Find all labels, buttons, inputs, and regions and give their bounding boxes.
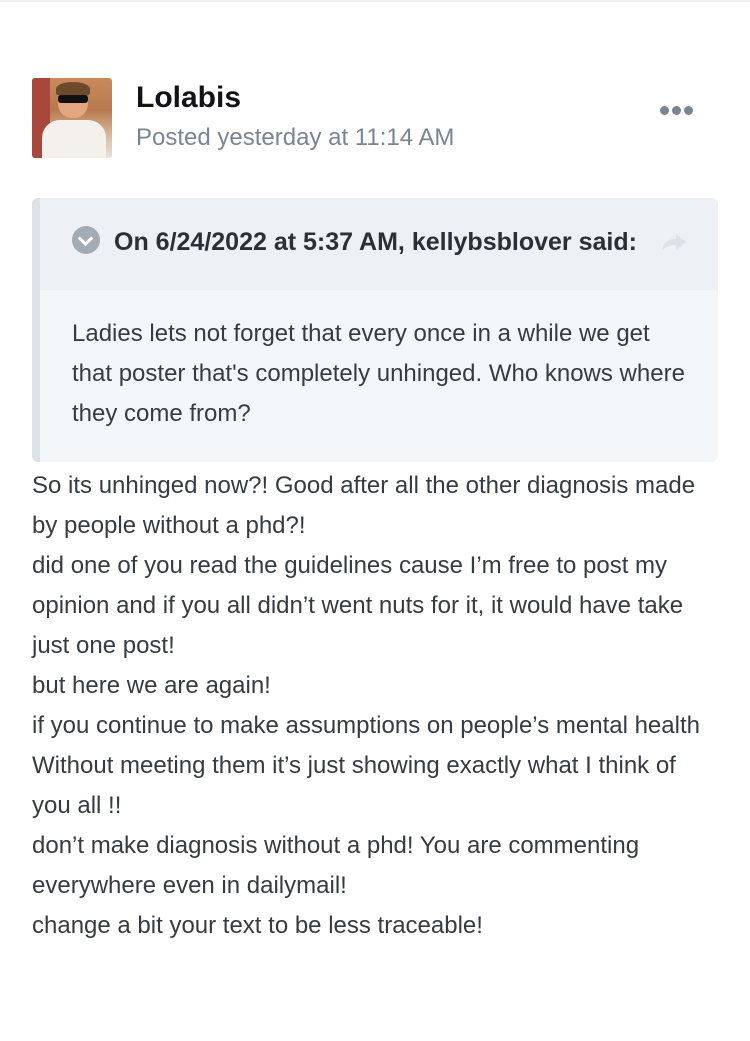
avatar-sunglasses <box>58 95 88 103</box>
top-divider <box>0 0 750 2</box>
post-content: So its unhinged now?! Good after all the… <box>32 466 718 946</box>
quote-citation: On 6/24/2022 at 5:37 AM, kellybsblover s… <box>72 222 686 262</box>
ellipsis-dot <box>660 106 669 115</box>
quote-header: On 6/24/2022 at 5:37 AM, kellybsblover s… <box>40 198 718 290</box>
forum-post: Lolabis Posted yesterday at 11:14 AM On … <box>32 78 718 946</box>
post-paragraph: change a bit your text to be less tracea… <box>32 912 483 939</box>
post-header: Lolabis Posted yesterday at 11:14 AM <box>32 78 718 158</box>
post-paragraph: don’t make diagnosis without a phd! You … <box>32 832 640 899</box>
share-arrow-icon[interactable] <box>660 232 688 252</box>
post-paragraph: So its unhinged now?! Good after all the… <box>32 472 696 539</box>
post-timestamp[interactable]: Posted yesterday at 11:14 AM <box>136 122 454 154</box>
quote-block: On 6/24/2022 at 5:37 AM, kellybsblover s… <box>32 198 718 462</box>
chevron-down-circle-icon[interactable] <box>72 226 100 254</box>
post-paragraph: did one of you read the guidelines cause… <box>32 552 684 659</box>
avatar-hair <box>56 82 90 96</box>
post-paragraph: but here we are again! <box>32 672 271 699</box>
ellipsis-dot <box>684 106 693 115</box>
post-paragraph: if you continue to make assumptions on p… <box>32 712 700 819</box>
quote-citation-text: On 6/24/2022 at 5:37 AM, kellybsblover s… <box>114 228 637 256</box>
ellipsis-icon[interactable] <box>660 106 694 118</box>
author-name[interactable]: Lolabis <box>136 80 241 116</box>
avatar[interactable] <box>32 78 112 158</box>
avatar-shirt <box>42 120 106 158</box>
quote-text: Ladies lets not forget that every once i… <box>72 320 685 427</box>
ellipsis-dot <box>672 106 681 115</box>
